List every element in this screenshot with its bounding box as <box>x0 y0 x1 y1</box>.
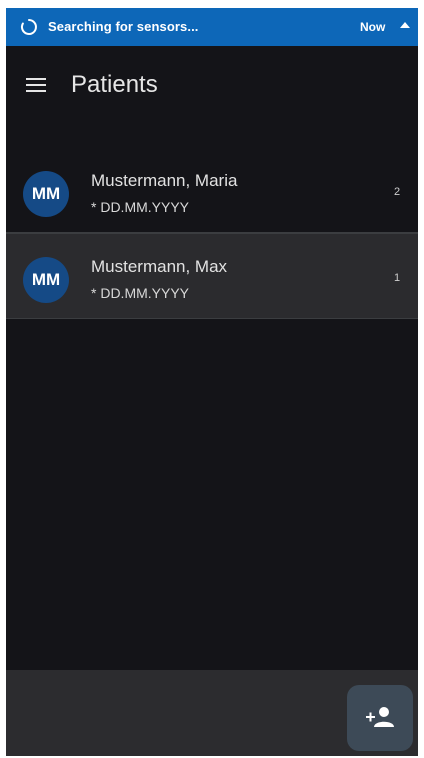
page-title: Patients <box>71 71 158 98</box>
patient-count: 1 <box>394 272 401 284</box>
patient-list: MM Mustermann, Maria * DD.MM.YYYY 2 MM M… <box>6 148 418 319</box>
notification-time: Now <box>360 20 386 34</box>
add-person-icon <box>366 707 394 727</box>
app-bar: Patients <box>6 46 418 126</box>
bottom-bar <box>6 670 418 756</box>
patient-name: Mustermann, Maria <box>91 171 238 190</box>
notification-message: Searching for sensors... <box>48 19 199 34</box>
avatar: MM <box>23 171 69 217</box>
caret-up-icon[interactable] <box>400 22 410 28</box>
loading-spinner-icon <box>20 19 37 35</box>
add-patient-button[interactable] <box>347 685 413 751</box>
patient-count: 2 <box>394 186 401 198</box>
patient-row[interactable]: MM Mustermann, Max * DD.MM.YYYY 1 <box>6 233 418 319</box>
patient-birth-date: * DD.MM.YYYY <box>91 199 190 215</box>
hamburger-menu-icon[interactable] <box>26 78 48 94</box>
patient-birth-date: * DD.MM.YYYY <box>91 285 190 301</box>
status-notification-bar[interactable]: Searching for sensors... Now <box>6 8 418 46</box>
avatar: MM <box>23 257 69 303</box>
app-screen: Searching for sensors... Now Patients MM… <box>6 8 418 756</box>
patient-row[interactable]: MM Mustermann, Maria * DD.MM.YYYY 2 <box>6 148 418 233</box>
patient-name: Mustermann, Max <box>91 257 228 276</box>
